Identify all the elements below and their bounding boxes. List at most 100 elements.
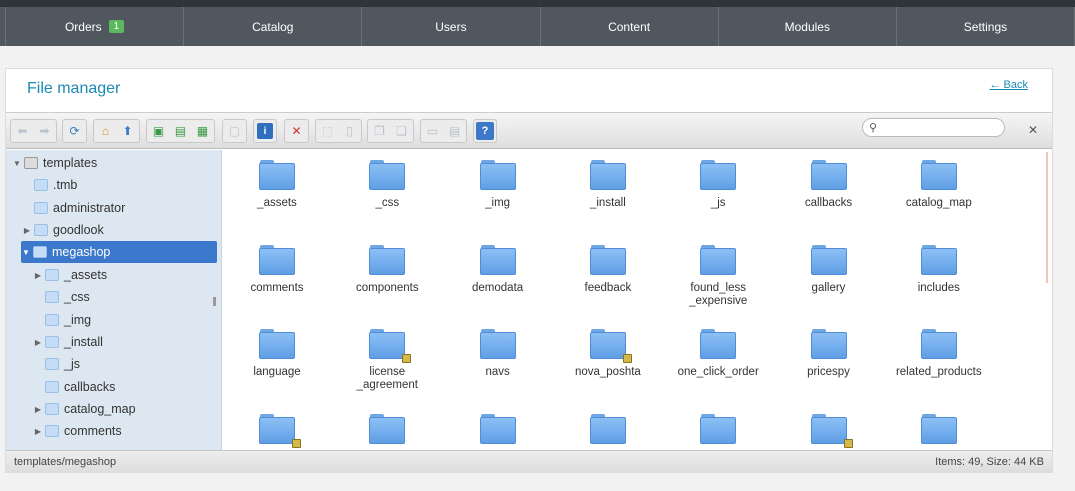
file-item[interactable]: _install <box>563 150 653 230</box>
file-item[interactable]: nova_poshta <box>563 319 653 399</box>
tree-item-callbacks[interactable]: callbacks <box>33 376 115 398</box>
tree-item-comments[interactable]: ▶ comments <box>33 420 122 442</box>
file-grid-scrollbar[interactable] <box>1046 152 1048 283</box>
folder-icon <box>479 244 516 275</box>
tree-item-js[interactable]: _js <box>33 353 80 375</box>
file-item[interactable]: components <box>342 235 432 315</box>
file-item[interactable]: language <box>232 319 322 399</box>
file-label: callbacks <box>804 197 853 209</box>
extract-icon[interactable]: ❏ <box>391 121 412 141</box>
file-item[interactable]: feedback <box>563 235 653 315</box>
expand-right-icon[interactable]: ▶ <box>33 338 43 347</box>
folder-icon <box>700 160 737 190</box>
file-label: _assets <box>257 197 297 209</box>
nav-catalog[interactable]: Catalog <box>184 7 363 46</box>
help-icon[interactable]: ? <box>476 122 494 140</box>
file-item[interactable] <box>232 404 322 451</box>
folder-icon <box>33 246 47 258</box>
nav-content[interactable]: Content <box>541 7 719 46</box>
view-icon[interactable]: ▭ <box>422 121 443 141</box>
tree-item-administrator[interactable]: administrator <box>22 197 125 219</box>
back-icon[interactable]: ⬅ <box>12 121 33 141</box>
folder-icon <box>45 291 59 303</box>
folder-icon <box>920 160 957 190</box>
expand-down-icon[interactable]: ▼ <box>12 159 22 168</box>
file-label: _css <box>375 197 400 209</box>
expand-right-icon[interactable]: ▶ <box>22 226 32 235</box>
top-navigation: Orders 1 Catalog Users Content Modules Se… <box>0 0 1075 46</box>
file-item[interactable]: _js <box>673 150 763 230</box>
tree-item-megashop[interactable]: ▼ megashop <box>21 241 217 263</box>
paste-icon[interactable]: ▯ <box>339 121 360 141</box>
folder-icon <box>369 244 406 275</box>
file-item[interactable]: license _agreement <box>342 319 432 399</box>
file-label: gallery <box>811 281 846 294</box>
file-item[interactable]: _css <box>342 150 432 230</box>
file-item[interactable] <box>894 404 984 451</box>
nav-users[interactable]: Users <box>362 7 541 46</box>
forward-icon[interactable]: ➡ <box>34 121 55 141</box>
file-item[interactable]: demodata <box>453 235 543 315</box>
copy-icon[interactable]: ⬚ <box>317 121 338 141</box>
file-item[interactable] <box>784 404 874 451</box>
nav-modules[interactable]: Modules <box>719 7 897 46</box>
file-item[interactable] <box>563 404 653 451</box>
folder-icon <box>810 160 847 190</box>
list-view-icon[interactable]: ▤ <box>444 121 465 141</box>
file-item[interactable]: comments <box>232 235 322 315</box>
expand-right-icon[interactable]: ▶ <box>33 427 43 436</box>
home-icon[interactable]: ⌂ <box>95 121 116 141</box>
file-item[interactable]: navs <box>453 319 543 399</box>
duplicate-icon[interactable]: ❐ <box>369 121 390 141</box>
tree-item-tmb[interactable]: .tmb <box>22 174 77 196</box>
file-item[interactable]: _img <box>453 150 543 230</box>
history-group: ⬅ ➡ <box>10 119 57 143</box>
file-item[interactable] <box>673 404 763 451</box>
file-item[interactable]: catalog_map <box>894 150 984 230</box>
save-icon[interactable]: ▢ <box>224 121 245 141</box>
nav-settings[interactable]: Settings <box>897 7 1075 46</box>
reload-icon[interactable]: ⟳ <box>64 121 85 141</box>
file-item[interactable]: callbacks <box>784 150 874 230</box>
file-item[interactable]: one_click_order <box>673 319 763 399</box>
info-icon[interactable]: i <box>257 123 273 139</box>
file-label: includes <box>917 281 960 294</box>
expand-down-icon[interactable]: ▼ <box>21 248 31 257</box>
tree-item-catalog-map[interactable]: ▶ catalog_map <box>33 398 136 420</box>
tree-root-templates[interactable]: ▼ templates <box>12 152 97 174</box>
tree-scrollbar[interactable] <box>213 297 216 306</box>
file-item[interactable] <box>453 404 543 451</box>
nav-orders[interactable]: Orders 1 <box>5 7 185 46</box>
folder-icon <box>45 381 59 393</box>
folder-icon <box>700 413 737 444</box>
file-label: comments <box>250 281 304 294</box>
tree-item-goodlook[interactable]: ▶ goodlook <box>22 219 104 241</box>
tree-item-css[interactable]: _css <box>33 286 90 308</box>
folder-icon <box>34 179 48 191</box>
expand-right-icon[interactable]: ▶ <box>33 405 43 414</box>
file-item[interactable]: gallery <box>784 235 874 315</box>
lock-icon <box>622 354 632 363</box>
file-item[interactable] <box>342 404 432 451</box>
new-folder-icon[interactable]: ▣ <box>148 121 169 141</box>
file-item[interactable]: found_less _expensive <box>673 235 763 315</box>
file-item[interactable]: related_products <box>894 319 984 399</box>
new-file-icon[interactable]: ▤ <box>170 121 191 141</box>
tree-item-img[interactable]: _img <box>33 309 91 331</box>
folder-icon <box>589 413 626 444</box>
expand-right-icon[interactable]: ▶ <box>33 271 43 280</box>
tree-item-assets[interactable]: ▶ _assets <box>33 264 107 286</box>
search-icon: ⚲ <box>869 122 878 134</box>
tree-item-install[interactable]: ▶ _install <box>33 331 103 353</box>
file-item[interactable]: _assets <box>232 150 322 230</box>
search-input[interactable] <box>862 118 1005 137</box>
file-label: _install <box>589 197 626 209</box>
file-item[interactable]: pricespy <box>784 319 874 399</box>
file-label: found_less _expensive <box>689 281 748 307</box>
file-item[interactable]: includes <box>894 235 984 315</box>
up-icon[interactable]: ⬆ <box>117 121 138 141</box>
delete-icon[interactable]: ✕ <box>286 121 307 141</box>
back-link[interactable]: ← Back <box>989 79 1028 91</box>
close-icon[interactable]: ✕ <box>1028 123 1038 137</box>
upload-icon[interactable]: ▦ <box>192 121 213 141</box>
